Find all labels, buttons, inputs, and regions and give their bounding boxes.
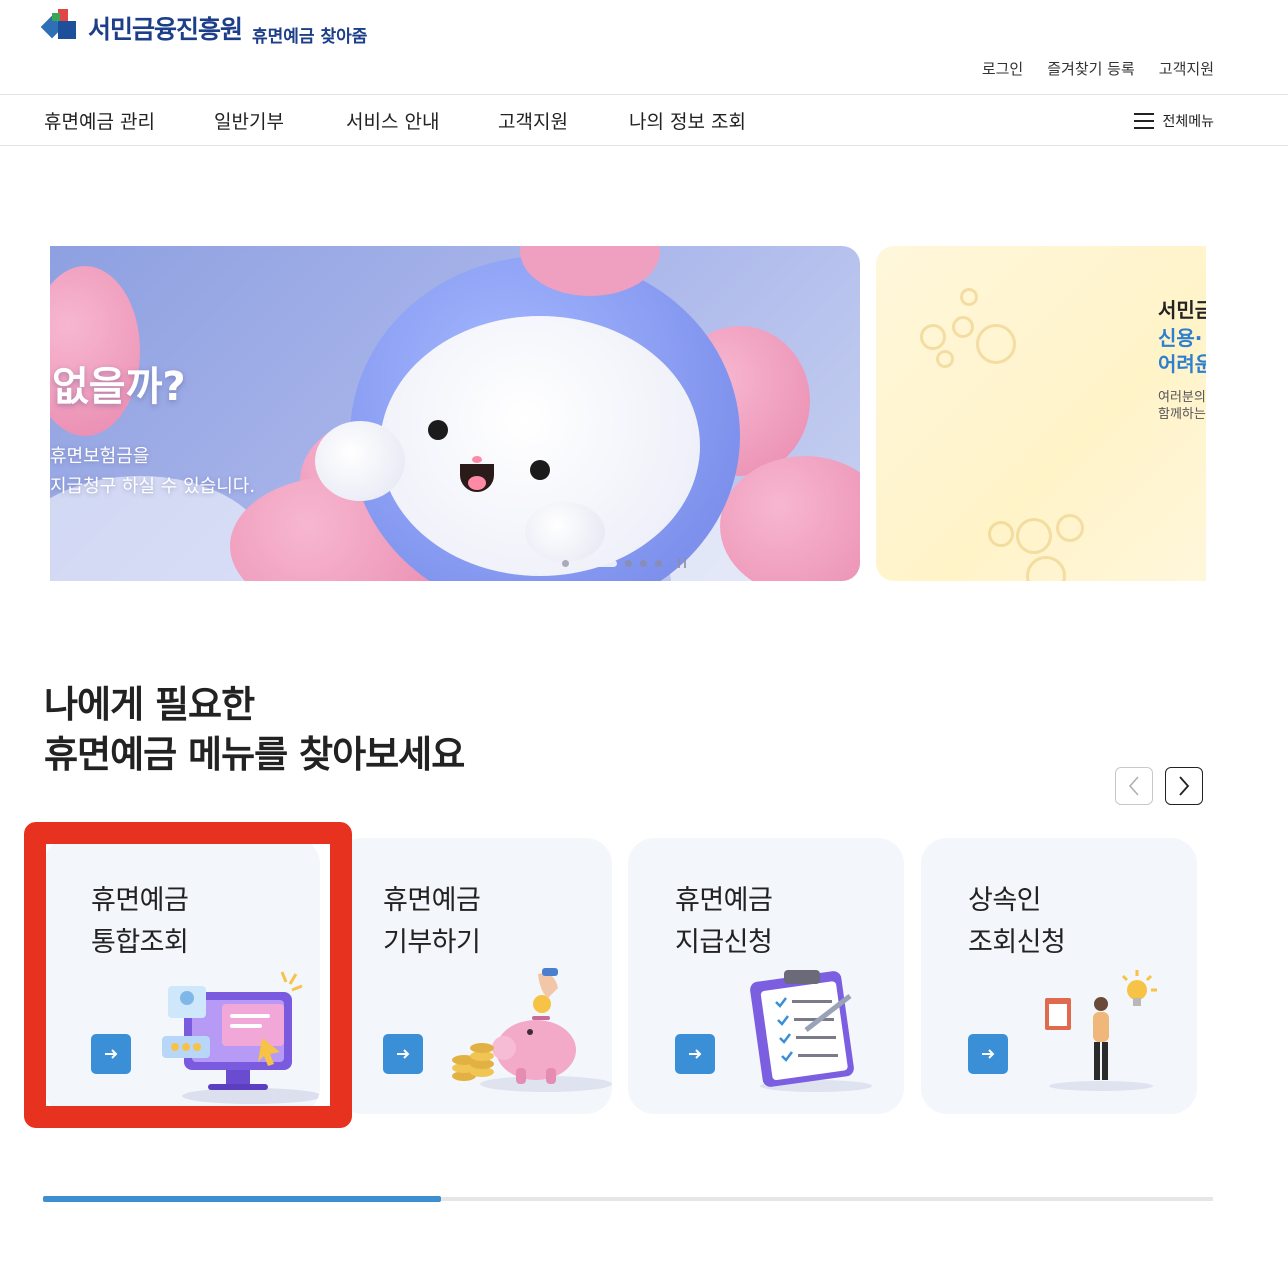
section-title-line1: 나에게 필요한 [44,683,255,726]
card-label: 휴면예금 지급신청 [675,880,773,964]
decor-ring [1056,514,1084,542]
monitor-icon [162,971,320,1104]
pause-icon[interactable] [678,558,686,568]
hero-desc-line1: 휴면보험금을 [50,446,150,467]
slide2-line2: 신용· [1158,326,1203,350]
hero-desc-line2: 지급청구 하실 수 있습니다. [50,476,256,497]
menu-card-payment-request[interactable]: 휴면예금 지급신청 [628,838,904,1114]
decor-ring [1016,518,1052,554]
decor-ring [976,324,1016,364]
nav-item-donation[interactable]: 일반기부 [214,107,284,134]
decor-ring [936,350,954,368]
section-title: 나에게 필요한 휴면예금 메뉴를 찾아보세요 [44,680,465,780]
nav-item-dormant-manage[interactable]: 휴면예금 관리 [44,107,155,134]
arrow-right-icon [397,1049,410,1059]
logo[interactable]: 서민금융진흥원 휴면예금 찾아줌 [40,6,368,50]
slide2-line1: 서민금 [1158,298,1206,322]
card-label: 상속인 조회신청 [968,880,1066,964]
slider-pagination [562,558,686,568]
nav-item-support[interactable]: 고객지원 [498,107,568,134]
mascot-nose [472,456,482,463]
menu-card-donation[interactable]: 휴면예금 기부하기 [336,838,612,1114]
menu-card-heir-lookup[interactable]: 상속인 조회신청 [921,838,1197,1114]
hamburger-icon [1134,113,1155,129]
card-label-line1: 휴면예금 [675,885,773,916]
login-link[interactable]: 로그인 [982,58,1023,79]
menu-card-integrated-lookup[interactable]: 휴면예금 통합조회 [44,838,320,1114]
main-nav: 휴면예금 관리 일반기부 서비스 안내 고객지원 나의 정보 조회 전체메뉴 [0,94,1288,146]
slide2-line3: 어려운 [1158,352,1206,376]
hero-slide-2[interactable]: 서민금 신용· 어려운 여러분의 함께하는 [876,246,1206,581]
card-label: 휴면예금 기부하기 [383,880,481,964]
card-label-line1: 휴면예금 [91,885,189,916]
card-label-line1: 휴면예금 [383,885,481,916]
slider-dot[interactable] [562,559,569,567]
mascot-hand [525,502,605,562]
arrow-right-icon [105,1049,118,1059]
chevron-left-icon [1128,776,1139,796]
utility-links: 로그인 즐겨찾기 등록 고객지원 [982,58,1214,79]
nav-item-my-info[interactable]: 나의 정보 조회 [629,107,746,134]
mascot-hand [315,421,405,501]
mascot-tongue [468,476,486,490]
arrow-right-icon [982,1049,995,1059]
clipboard-icon [750,970,872,1092]
card-label-line2: 지급신청 [675,927,773,958]
carousel-prev-button[interactable] [1115,767,1153,805]
mascot-eye [530,460,550,480]
card-label-line2: 통합조회 [91,927,189,958]
carousel-progress-fill [43,1196,441,1202]
decor-ring [960,288,978,306]
carousel-next-button[interactable] [1165,767,1203,805]
card-label-line2: 기부하기 [383,927,481,958]
org-name: 서민금융진흥원 [88,15,243,44]
slider-dot[interactable] [655,559,662,567]
logo-mark-icon [40,9,82,47]
decor-ring [1026,556,1066,581]
hero-headline: 없을까? [52,364,186,410]
person-idea-icon [1045,970,1157,1091]
bookmark-link[interactable]: 즐겨찾기 등록 [1047,58,1135,79]
slider-dot[interactable] [640,559,647,567]
hero-slide-1[interactable]: 없을까? 휴면보험금을 지급청구 하실 수 있습니다. [50,246,860,581]
card-go-button[interactable] [91,1034,131,1074]
support-link[interactable]: 고객지원 [1159,58,1214,79]
slider-dot[interactable] [625,559,632,567]
decor-ring [920,324,946,350]
decor-ring [988,521,1014,547]
card-go-button[interactable] [968,1034,1008,1074]
decor-ring [952,316,974,338]
all-menu-button[interactable]: 전체메뉴 [1134,111,1214,131]
card-go-button[interactable] [383,1034,423,1074]
section-title-line2: 휴면예금 메뉴를 찾아보세요 [44,733,465,776]
piggy-bank-icon [452,968,612,1092]
card-go-button[interactable] [675,1034,715,1074]
nav-item-service-info[interactable]: 서비스 안내 [346,107,439,134]
card-label-line1: 상속인 [968,885,1042,916]
all-menu-label: 전체메뉴 [1162,114,1214,130]
slide2-line5: 함께하는 [1158,407,1206,422]
chevron-right-icon [1179,776,1190,796]
card-label-line2: 조회신청 [968,927,1066,958]
slider-dot-active[interactable] [577,559,617,567]
arrow-right-icon [689,1049,702,1059]
service-name: 휴면예금 찾아줌 [252,26,368,47]
mascot-eye [428,420,448,440]
card-label: 휴면예금 통합조회 [91,880,189,964]
